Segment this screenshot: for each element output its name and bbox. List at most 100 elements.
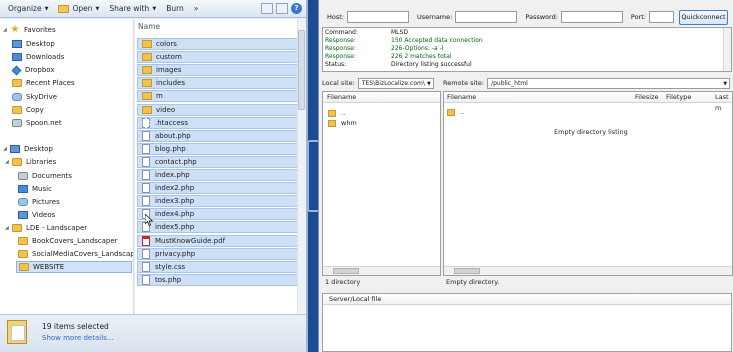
local-hscrollbar[interactable]: [323, 266, 440, 275]
file-name: index.php: [155, 171, 190, 179]
file-name: about.php: [155, 131, 191, 140]
chevron-down-icon: ▼: [152, 5, 157, 12]
nav-item-skydrive[interactable]: SkyDrive: [12, 91, 57, 103]
file-row[interactable]: style.css: [137, 260, 304, 273]
nav-item-videos[interactable]: Videos: [18, 209, 55, 221]
file-row[interactable]: index3.php: [137, 195, 304, 208]
nav-item-website[interactable]: WEBSITE: [16, 261, 132, 273]
file-row[interactable]: tos.php: [137, 273, 304, 286]
remote-file-pane: Filename Filesize Filetype Last m .. Emp…: [443, 91, 733, 276]
nav-item-pictures[interactable]: Pictures: [18, 196, 60, 208]
nav-item-socialmedia[interactable]: SocialMediaCovers_Landscap: [18, 248, 133, 260]
nav-item-recent-places[interactable]: Recent Places: [12, 77, 75, 89]
chevron-down-icon[interactable]: ▼: [723, 79, 727, 88]
nav-item-downloads[interactable]: Downloads: [12, 51, 64, 63]
queue-column-server-local-file[interactable]: Server/Local file: [323, 294, 731, 305]
burn-button[interactable]: Burn: [161, 1, 189, 17]
file-row[interactable]: index2.php: [137, 182, 304, 195]
local-item-label: whm: [341, 119, 357, 127]
nav-item-copy[interactable]: Copy: [12, 104, 44, 116]
nav-item-spoon[interactable]: Spoon.net: [12, 117, 62, 129]
show-more-details-link[interactable]: Show more details...: [42, 334, 113, 342]
local-hscroll-thumb[interactable]: [333, 268, 359, 274]
folder-icon: [447, 108, 455, 116]
remote-site-path[interactable]: /public_html ▼: [487, 77, 731, 89]
log-key: Response:: [325, 45, 356, 52]
file-row[interactable]: privacy.php: [137, 247, 304, 260]
chevron-down-icon[interactable]: ▼: [427, 79, 431, 88]
file-row[interactable]: contact.php: [137, 155, 304, 168]
file-row[interactable]: m: [137, 90, 304, 103]
local-col-filename[interactable]: Filename: [327, 92, 356, 103]
log-scrollbar[interactable]: [723, 28, 731, 71]
file-name: m: [156, 92, 163, 101]
file-row[interactable]: colors: [137, 38, 304, 50]
pictures-icon: [18, 198, 28, 206]
local-item-whm[interactable]: whm: [328, 119, 357, 127]
nav-item-bookcovers[interactable]: BookCovers_Landscaper: [18, 235, 118, 247]
file-row[interactable]: includes: [137, 77, 304, 90]
file-row[interactable]: images: [137, 64, 304, 77]
password-label: Password:: [525, 13, 558, 21]
column-header-name[interactable]: Name: [138, 22, 160, 31]
remote-col-last-modified[interactable]: Last m: [715, 92, 732, 114]
local-item-parent[interactable]: ..: [328, 109, 345, 117]
file-row[interactable]: about.php: [137, 129, 304, 142]
folder-documents-icon: [7, 320, 27, 344]
remote-col-filetype[interactable]: Filetype: [666, 92, 691, 103]
view-options-icon[interactable]: [261, 3, 273, 14]
nav-item-documents[interactable]: Documents: [18, 170, 72, 182]
password-input[interactable]: [560, 11, 623, 23]
nav-item-lde-landscaper[interactable]: ◢ LDE - Landscaper: [5, 222, 87, 234]
file-list-scroll-thumb[interactable]: [298, 30, 305, 110]
port-input[interactable]: [648, 11, 674, 23]
remote-item-parent[interactable]: ..: [447, 108, 464, 116]
collapse-icon[interactable]: ◢: [5, 225, 12, 231]
videos-icon: [18, 211, 28, 219]
local-item-label: ..: [341, 109, 346, 117]
desktop-icon: [12, 40, 22, 48]
file-row[interactable]: blog.php: [137, 142, 304, 155]
share-with-button[interactable]: Share with ▼: [104, 1, 161, 17]
file-row[interactable]: .htaccess: [137, 116, 304, 129]
nav-item-dropbox[interactable]: Dropbox: [11, 64, 55, 76]
skydrive-icon: [12, 93, 22, 101]
nav-item-libraries[interactable]: ◢ Libraries: [5, 156, 56, 168]
remote-col-filename[interactable]: Filename: [447, 92, 476, 103]
local-site-bar: Local site: TES\BizLocalize.com\ ▼: [322, 76, 442, 90]
nav-item-desktop-favorite[interactable]: Desktop: [12, 38, 55, 50]
organize-button[interactable]: Organize ▼: [3, 1, 53, 17]
file-row[interactable]: index.php: [137, 169, 304, 181]
help-icon[interactable]: ?: [291, 3, 302, 14]
collapse-icon[interactable]: ◢: [3, 27, 10, 33]
collapse-icon[interactable]: ◢: [3, 146, 10, 152]
collapse-icon[interactable]: ◢: [5, 159, 12, 165]
open-button[interactable]: Open ▼: [53, 1, 104, 17]
file-name: index2.php: [155, 184, 195, 193]
local-site-value: TES\BizLocalize.com\: [361, 79, 425, 87]
remote-col-filesize[interactable]: Filesize: [635, 92, 658, 103]
local-site-label: Local site:: [322, 79, 355, 87]
file-row[interactable]: video: [137, 103, 304, 116]
local-site-path[interactable]: TES\BizLocalize.com\ ▼: [357, 77, 434, 89]
file-name: index3.php: [155, 197, 195, 206]
quickconnect-button[interactable]: Quickconnect: [678, 9, 728, 25]
preview-pane-icon[interactable]: [276, 3, 288, 14]
remote-hscrollbar[interactable]: [444, 266, 732, 275]
downloads-icon: [12, 53, 22, 61]
username-input[interactable]: [455, 11, 518, 23]
remote-hscroll-thumb[interactable]: [454, 268, 480, 274]
file-row[interactable]: index4.php: [137, 208, 304, 221]
remote-site-bar: Remote site: /public_html ▼: [443, 76, 733, 90]
file-row[interactable]: MustKnowGuide.pdf: [137, 234, 304, 247]
php-file-icon: [142, 183, 150, 194]
log-value: MLSD: [391, 29, 408, 36]
host-input[interactable]: [347, 11, 409, 23]
nav-favorites[interactable]: ◢ ★ Favorites: [3, 24, 56, 36]
nav-item-desktop[interactable]: ◢ Desktop: [3, 143, 53, 155]
more-button[interactable]: »: [189, 1, 204, 17]
nav-label: Copy: [26, 106, 44, 114]
file-row[interactable]: custom: [137, 51, 304, 64]
file-row[interactable]: index5.php: [137, 221, 304, 234]
nav-item-music[interactable]: Music: [18, 183, 52, 195]
